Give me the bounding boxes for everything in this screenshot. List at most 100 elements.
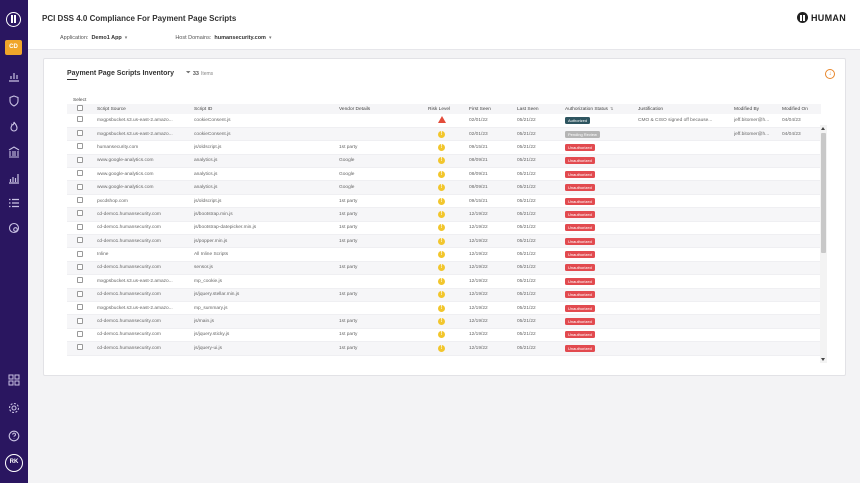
status-badge[interactable]: Unauthorized: [565, 170, 595, 178]
row-checkbox[interactable]: [77, 116, 83, 123]
table-row[interactable]: www.google-analytics.com analytics.js Goog…: [67, 154, 821, 169]
list-icon[interactable]: [8, 197, 20, 209]
table-row[interactable]: cd-demo1.humansecurity.com js/popper.min.…: [67, 234, 821, 249]
column-header[interactable]: Modified By: [734, 104, 782, 114]
authorization-status[interactable]: Unauthorized: [565, 288, 638, 302]
table-row[interactable]: cd-demo1.humansecurity.com js/bootstrap-d…: [67, 221, 821, 236]
row-checkbox[interactable]: [77, 344, 83, 351]
authorization-status[interactable]: Authorized: [565, 114, 638, 128]
avatar[interactable]: RK: [5, 454, 23, 472]
app-logo-icon[interactable]: [6, 12, 21, 27]
row-checkbox[interactable]: [77, 304, 83, 311]
scroll-thumb[interactable]: [821, 133, 826, 253]
table-row[interactable]: cd-demo1.humansecurity.com js/main.js 1st …: [67, 314, 821, 329]
status-badge[interactable]: Unauthorized: [565, 143, 595, 151]
row-checkbox[interactable]: [77, 237, 83, 244]
status-badge[interactable]: Unauthorized: [565, 224, 595, 232]
table-row[interactable]: cd-demo1.humansecurity.com js/bootstrap.m…: [67, 207, 821, 222]
table-row[interactable]: mxgpsbucket.s3.us-east-2.amazo... mp_summ…: [67, 301, 821, 316]
authorization-status[interactable]: Unauthorized: [565, 154, 638, 169]
row-checkbox[interactable]: [77, 170, 83, 177]
column-header[interactable]: Script Source: [97, 104, 194, 114]
row-checkbox[interactable]: [77, 290, 83, 297]
row-checkbox[interactable]: [77, 183, 83, 190]
status-badge[interactable]: Unauthorized: [565, 291, 595, 299]
column-header[interactable]: Vendor Details: [339, 104, 428, 114]
table-row[interactable]: humansecurity.com js/oldscript.js 1st part…: [67, 140, 821, 155]
row-checkbox[interactable]: [77, 223, 83, 230]
authorization-status[interactable]: Unauthorized: [565, 194, 638, 209]
status-badge[interactable]: Authorized: [565, 116, 591, 124]
bar-chart-icon[interactable]: [8, 172, 20, 184]
table-row[interactable]: mxgpsbucket.s3.us-east-2.amazo... cookieC…: [67, 114, 821, 128]
table-row[interactable]: cd-demo1.humansecurity.com js/jquery.stic…: [67, 328, 821, 343]
status-badge[interactable]: Unauthorized: [565, 331, 595, 339]
status-badge[interactable]: Unauthorized: [565, 184, 595, 192]
authorization-status[interactable]: Unauthorized: [565, 314, 638, 329]
table-row[interactable]: cd-demo1.humansecurity.com js/jquery.stel…: [67, 288, 821, 302]
scroll-down-arrow-icon[interactable]: [821, 358, 825, 361]
filter-icon[interactable]: ⏷: [186, 70, 191, 77]
row-checkbox[interactable]: [77, 263, 83, 270]
column-header[interactable]: Risk Level: [428, 104, 469, 114]
authorization-status[interactable]: Unauthorized: [565, 221, 638, 236]
authorization-status[interactable]: Unauthorized: [565, 207, 638, 222]
host-domains-filter[interactable]: Host Domains: humansecurity.com ▾: [175, 35, 271, 41]
status-badge[interactable]: Unauthorized: [565, 344, 595, 352]
authorization-status[interactable]: Unauthorized: [565, 328, 638, 343]
row-checkbox[interactable]: [77, 156, 83, 163]
authorization-status[interactable]: Unauthorized: [565, 341, 638, 356]
authorization-status[interactable]: Unauthorized: [565, 247, 638, 262]
select-all-checkbox[interactable]: [77, 105, 83, 111]
status-badge[interactable]: Unauthorized: [565, 304, 595, 312]
status-badge[interactable]: Unauthorized: [565, 157, 595, 165]
row-checkbox[interactable]: [77, 317, 83, 324]
status-badge[interactable]: Unauthorized: [565, 251, 595, 259]
shield-icon[interactable]: [8, 95, 20, 107]
status-badge[interactable]: Unauthorized: [565, 210, 595, 218]
table-row[interactable]: cd-demo1.humansecurity.com js/jquery-ui.j…: [67, 341, 821, 356]
authorization-status[interactable]: Unauthorized: [565, 167, 638, 182]
table-row[interactable]: www.google-analytics.com analytics.js Goog…: [67, 180, 821, 195]
column-header[interactable]: Justification: [638, 104, 734, 114]
application-filter[interactable]: Application: Demo1 App ▾: [60, 35, 127, 41]
column-header[interactable]: First Seen: [469, 104, 517, 114]
column-header[interactable]: Modified On: [782, 104, 821, 114]
table-row[interactable]: cd-demo1.humansecurity.com sensor.js 1st p…: [67, 261, 821, 276]
table-row[interactable]: Inline All Inline Scripts! 12/19/22 05/21/2…: [67, 247, 821, 262]
authorization-status[interactable]: Unauthorized: [565, 234, 638, 249]
help-icon[interactable]: [8, 430, 20, 442]
row-checkbox[interactable]: [77, 143, 83, 150]
column-header[interactable]: Authorization Status ⇅: [565, 104, 638, 114]
authorization-status[interactable]: Unauthorized: [565, 140, 638, 155]
row-checkbox[interactable]: [77, 277, 83, 284]
column-header[interactable]: Script ID: [194, 104, 339, 114]
target-icon[interactable]: [8, 222, 20, 234]
row-checkbox[interactable]: [77, 330, 83, 337]
fire-icon[interactable]: [8, 121, 20, 133]
sidebar-item-cd[interactable]: CD: [5, 40, 22, 55]
table-row[interactable]: www.google-analytics.com analytics.js Goog…: [67, 167, 821, 182]
row-checkbox[interactable]: [77, 197, 83, 204]
column-header[interactable]: Last Seen: [517, 104, 565, 114]
chart-icon[interactable]: [8, 70, 20, 82]
table-row[interactable]: mxgpsbucket.s3.us-east-2.amazo... mp_cook…: [67, 274, 821, 289]
status-badge[interactable]: Unauthorized: [565, 264, 595, 272]
status-badge[interactable]: Pending Review: [565, 130, 600, 138]
table-scrollbar[interactable]: [820, 125, 827, 363]
table-row[interactable]: mxgpsbucket.s3.us-east-2.amazo... cookieC…: [67, 127, 821, 142]
authorization-status[interactable]: Pending Review: [565, 127, 638, 142]
status-badge[interactable]: Unauthorized: [565, 197, 595, 205]
status-badge[interactable]: Unauthorized: [565, 237, 595, 245]
scroll-up-arrow-icon[interactable]: [821, 127, 825, 130]
gear-icon[interactable]: [8, 402, 20, 414]
row-checkbox[interactable]: [77, 210, 83, 217]
bank-icon[interactable]: [8, 146, 20, 158]
authorization-status[interactable]: Unauthorized: [565, 301, 638, 316]
status-badge[interactable]: Unauthorized: [565, 318, 595, 326]
sort-icon[interactable]: ⇅: [610, 106, 613, 111]
authorization-status[interactable]: Unauthorized: [565, 274, 638, 289]
status-badge[interactable]: Unauthorized: [565, 277, 595, 285]
grid-icon[interactable]: [8, 374, 20, 386]
authorization-status[interactable]: Unauthorized: [565, 261, 638, 276]
